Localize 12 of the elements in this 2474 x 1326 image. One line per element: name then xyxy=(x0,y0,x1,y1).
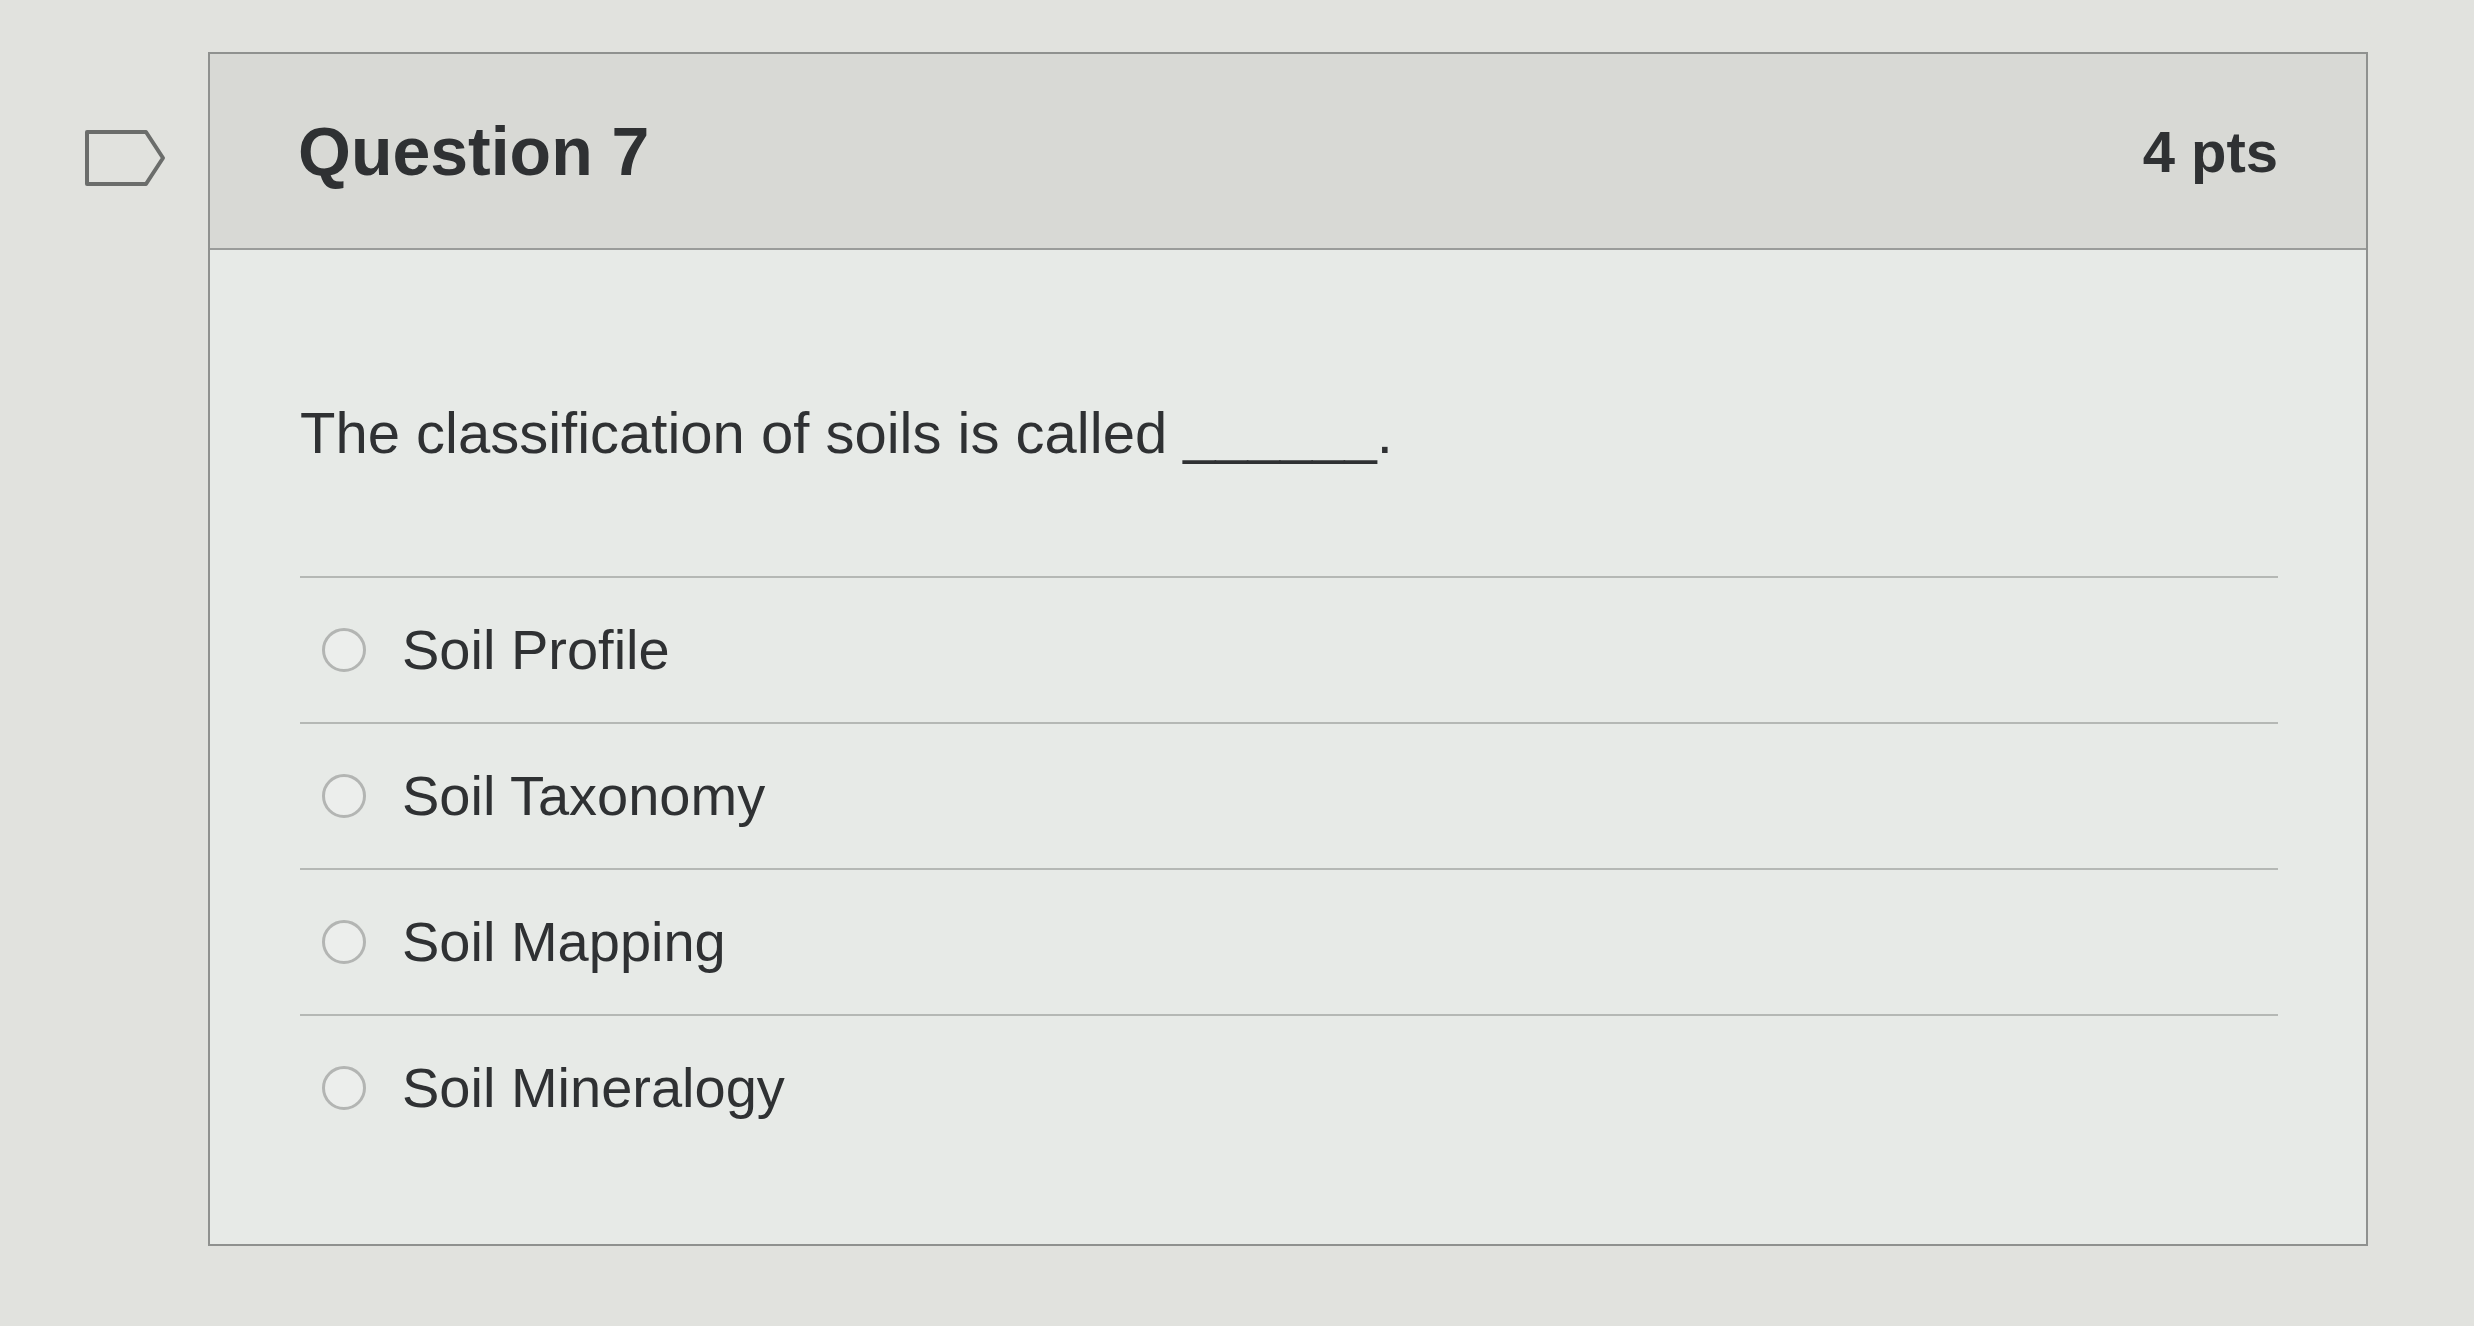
radio-button[interactable] xyxy=(322,1065,366,1110)
answer-option[interactable]: Soil Taxonomy xyxy=(300,721,2278,868)
radio-button[interactable] xyxy=(322,627,366,672)
radio-button[interactable] xyxy=(322,773,366,818)
answer-option[interactable]: Soil Mineralogy xyxy=(300,1013,2278,1160)
question-title: Question 7 xyxy=(298,112,650,190)
tag-icon[interactable] xyxy=(84,129,166,187)
answer-option[interactable]: Soil Profile xyxy=(300,575,2278,722)
answer-option[interactable]: Soil Mapping xyxy=(300,867,2278,1014)
radio-button[interactable] xyxy=(322,919,366,964)
question-text: The classification of soils is called ______. xyxy=(300,399,1394,467)
question-points: 4 pts xyxy=(2142,117,2278,185)
